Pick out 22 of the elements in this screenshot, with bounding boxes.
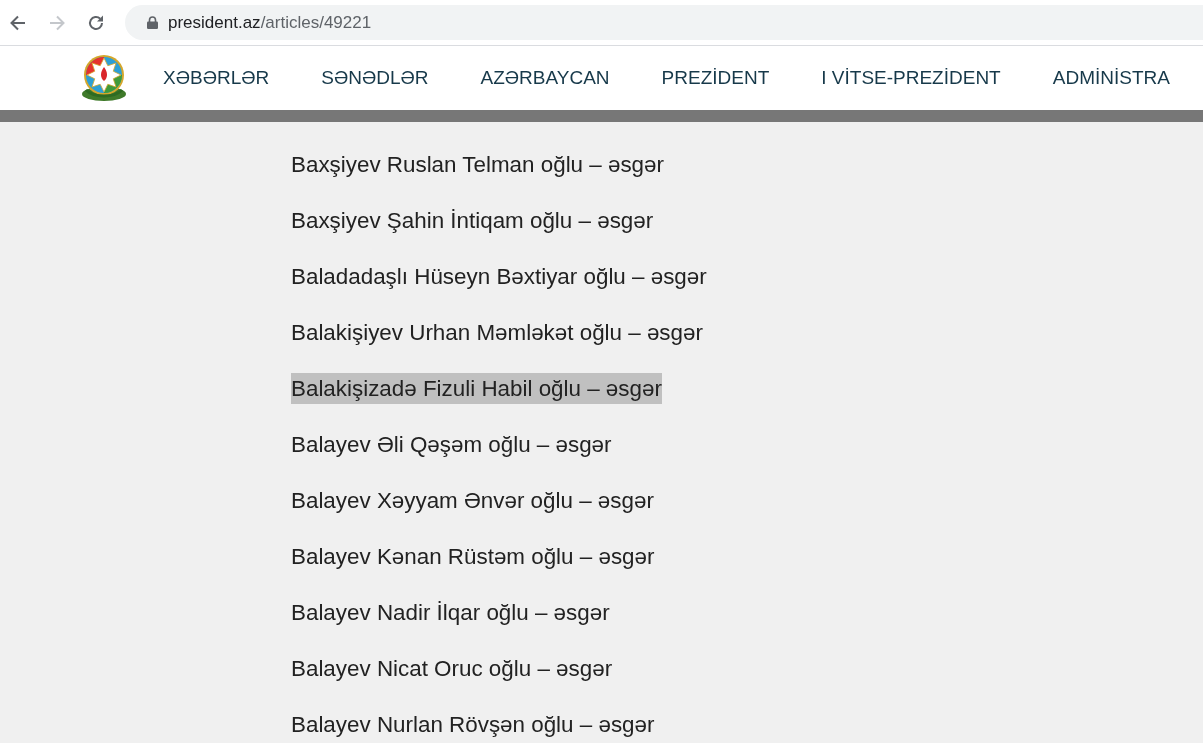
name-entry: Baladadaşlı Hüseyn Bəxtiyar oğlu – əsgər (291, 263, 707, 291)
nav-link[interactable]: ADMİNİSTRA (1052, 66, 1170, 90)
nav-link[interactable]: I VİTSE-PREZİDENT (821, 66, 1001, 90)
nav-link[interactable]: SƏNƏDLƏR (321, 66, 429, 90)
name-entry: Balayev Nicat Oruc oğlu – əsgər (291, 655, 613, 683)
back-arrow-icon (9, 13, 27, 32)
nav-link[interactable]: AZƏRBAYCAN (480, 66, 610, 90)
name-entry: Balayev Nurlan Rövşən oğlu – əsgər (291, 711, 655, 739)
nav-link[interactable]: PREZİDENT (661, 66, 770, 90)
address-bar[interactable]: president.az/articles/49221 (125, 5, 1203, 40)
reload-icon (87, 13, 105, 32)
name-entry: Balayev Əli Qəşəm oğlu – əsgər (291, 431, 612, 459)
nav-link[interactable]: XƏBƏRLƏR (163, 66, 270, 90)
name-entry: Baxşiyev Ruslan Telman oğlu – əsgər (291, 151, 664, 179)
name-entry: Balayev Xəyyam Ənvər oğlu – əsgər (291, 487, 654, 515)
name-entry: Balakişizadə Fizuli Habil oğlu – əsgər (291, 373, 662, 404)
name-entry: Balayev Kənan Rüstəm oğlu – əsgər (291, 543, 655, 571)
name-entry: Baxşiyev Şahin İntiqam oğlu – əsgər (291, 207, 654, 235)
emblem-icon[interactable] (80, 54, 128, 102)
name-entry: Balayev Nadir İlqar oğlu – əsgər (291, 599, 610, 627)
name-entry: Balakişiyev Urhan Məmləkət oğlu – əsgər (291, 319, 703, 347)
forward-arrow-icon (48, 13, 66, 32)
